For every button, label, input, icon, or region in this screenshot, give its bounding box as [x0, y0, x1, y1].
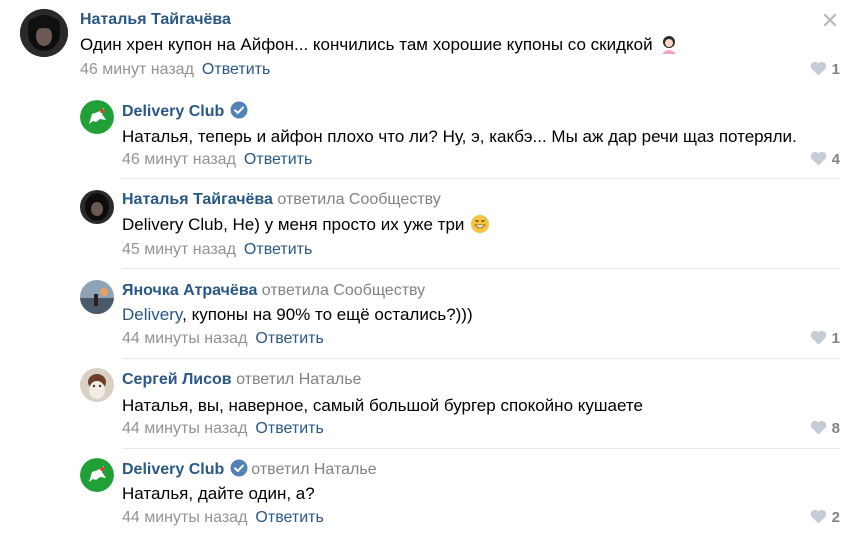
- comment: Наталья Тайгачёва Один хрен купон на Айф…: [0, 0, 860, 90]
- heart-icon: [810, 509, 826, 524]
- avatar[interactable]: [80, 458, 114, 492]
- divider: [122, 178, 840, 179]
- verified-icon: [230, 459, 248, 477]
- comment-meta: 44 минуты назад Ответить: [122, 419, 324, 439]
- like-button[interactable]: 1: [810, 60, 840, 80]
- comment-text: Delivery, купоны на 90% то ещё остались?…: [122, 304, 473, 326]
- like-count: 4: [831, 151, 840, 168]
- author-line: Сергей Лисов ответил Наталье: [122, 370, 361, 390]
- reply-comment: Delivery Club Наталья, теперь и айфон пл…: [0, 90, 860, 180]
- like-count: 8: [831, 420, 840, 437]
- heart-icon: [810, 61, 826, 76]
- reply-link[interactable]: Ответить: [255, 330, 323, 347]
- like-count: 1: [831, 61, 840, 78]
- heart-icon: [810, 330, 826, 345]
- like-count: 1: [831, 330, 840, 347]
- timestamp[interactable]: 46 минут назад: [122, 151, 236, 168]
- divider: [122, 448, 840, 449]
- comment-text-body: Наталья, теперь и айфон плохо что ли? Ну…: [122, 127, 797, 146]
- avatar[interactable]: [80, 280, 114, 314]
- timestamp[interactable]: 44 минуты назад: [122, 509, 247, 526]
- divider: [122, 268, 840, 269]
- reply-comment: Сергей Лисов ответил Наталье Наталья, вы…: [0, 360, 860, 450]
- divider: [122, 358, 840, 359]
- replied-to[interactable]: ответил Наталье: [251, 461, 376, 478]
- timestamp[interactable]: 46 минут назад: [80, 61, 194, 78]
- reply-comment: Наталья Тайгачёва ответила Сообществу De…: [0, 180, 860, 270]
- reply-link[interactable]: Ответить: [255, 509, 323, 526]
- reply-link[interactable]: Ответить: [202, 61, 270, 78]
- comment-text-body: Наталья, вы, наверное, самый большой бур…: [122, 396, 643, 415]
- replied-to[interactable]: ответила Сообществу: [277, 191, 440, 208]
- author-line: Delivery Club: [122, 101, 251, 122]
- like-button[interactable]: 8: [810, 419, 840, 439]
- like-button[interactable]: 1: [810, 329, 840, 349]
- reply-link[interactable]: Ответить: [244, 241, 312, 258]
- comment-meta: 44 минуты назад Ответить: [122, 508, 324, 528]
- author-name[interactable]: Яночка Атрачёва: [122, 282, 257, 299]
- replied-to[interactable]: ответил Наталье: [236, 371, 361, 388]
- comment-text: Один хрен купон на Айфон... кончились та…: [80, 34, 679, 56]
- verified-icon: [230, 101, 248, 119]
- comment-meta: 46 минут назад Ответить: [80, 60, 270, 80]
- comment-text: Наталья, вы, наверное, самый большой бур…: [122, 395, 643, 417]
- timestamp[interactable]: 44 минуты назад: [122, 420, 247, 437]
- author-name[interactable]: Наталья Тайгачёва: [122, 191, 273, 208]
- author-name[interactable]: Сергей Лисов: [122, 371, 232, 388]
- comment-text-body: Delivery Club, Не) у меня просто их уже …: [122, 215, 465, 234]
- avatar[interactable]: [80, 190, 114, 224]
- comment-text-body: , купоны на 90% то ещё остались?))): [182, 305, 473, 324]
- avatar[interactable]: [20, 9, 68, 57]
- grin-sweat-emoji: [471, 215, 490, 233]
- reply-comment: Delivery Club ответил Наталье Наталья, д…: [0, 450, 860, 536]
- author-name[interactable]: Delivery Club: [122, 461, 224, 478]
- avatar[interactable]: [80, 368, 114, 402]
- comment-text-body: Наталья, дайте один, а?: [122, 484, 315, 503]
- reply-comment: Яночка Атрачёва ответила Сообществу Deli…: [0, 270, 860, 360]
- timestamp[interactable]: 44 минуты назад: [122, 330, 247, 347]
- like-button[interactable]: 4: [810, 150, 840, 170]
- like-count: 2: [831, 509, 840, 526]
- avatar[interactable]: [80, 100, 114, 134]
- comment-text: Delivery Club, Не) у меня просто их уже …: [122, 214, 490, 236]
- comment-text: Наталья, теперь и айфон плохо что ли? Ну…: [122, 126, 797, 148]
- woman-emoji: [661, 36, 676, 54]
- author-line: Наталья Тайгачёва: [80, 10, 231, 30]
- author-line: Яночка Атрачёва ответила Сообществу: [122, 281, 425, 301]
- heart-icon: [810, 151, 826, 166]
- comment-meta: 45 минут назад Ответить: [122, 240, 312, 260]
- author-name[interactable]: Наталья Тайгачёва: [80, 11, 231, 28]
- comment-meta: 46 минут назад Ответить: [122, 150, 312, 170]
- comment-meta: 44 минуты назад Ответить: [122, 329, 324, 349]
- timestamp[interactable]: 45 минут назад: [122, 241, 236, 258]
- comment-text: Наталья, дайте один, а?: [122, 483, 315, 505]
- heart-icon: [810, 420, 826, 435]
- reply-link[interactable]: Ответить: [244, 151, 312, 168]
- comment-text-body: Один хрен купон на Айфон... кончились та…: [80, 35, 653, 54]
- reply-link[interactable]: Ответить: [255, 420, 323, 437]
- mention-link[interactable]: Delivery: [122, 305, 182, 324]
- author-line: Наталья Тайгачёва ответила Сообществу: [122, 190, 441, 210]
- replied-to[interactable]: ответила Сообществу: [262, 282, 425, 299]
- author-name[interactable]: Delivery Club: [122, 103, 224, 120]
- author-line: Delivery Club ответил Наталье: [122, 459, 377, 480]
- like-button[interactable]: 2: [810, 508, 840, 528]
